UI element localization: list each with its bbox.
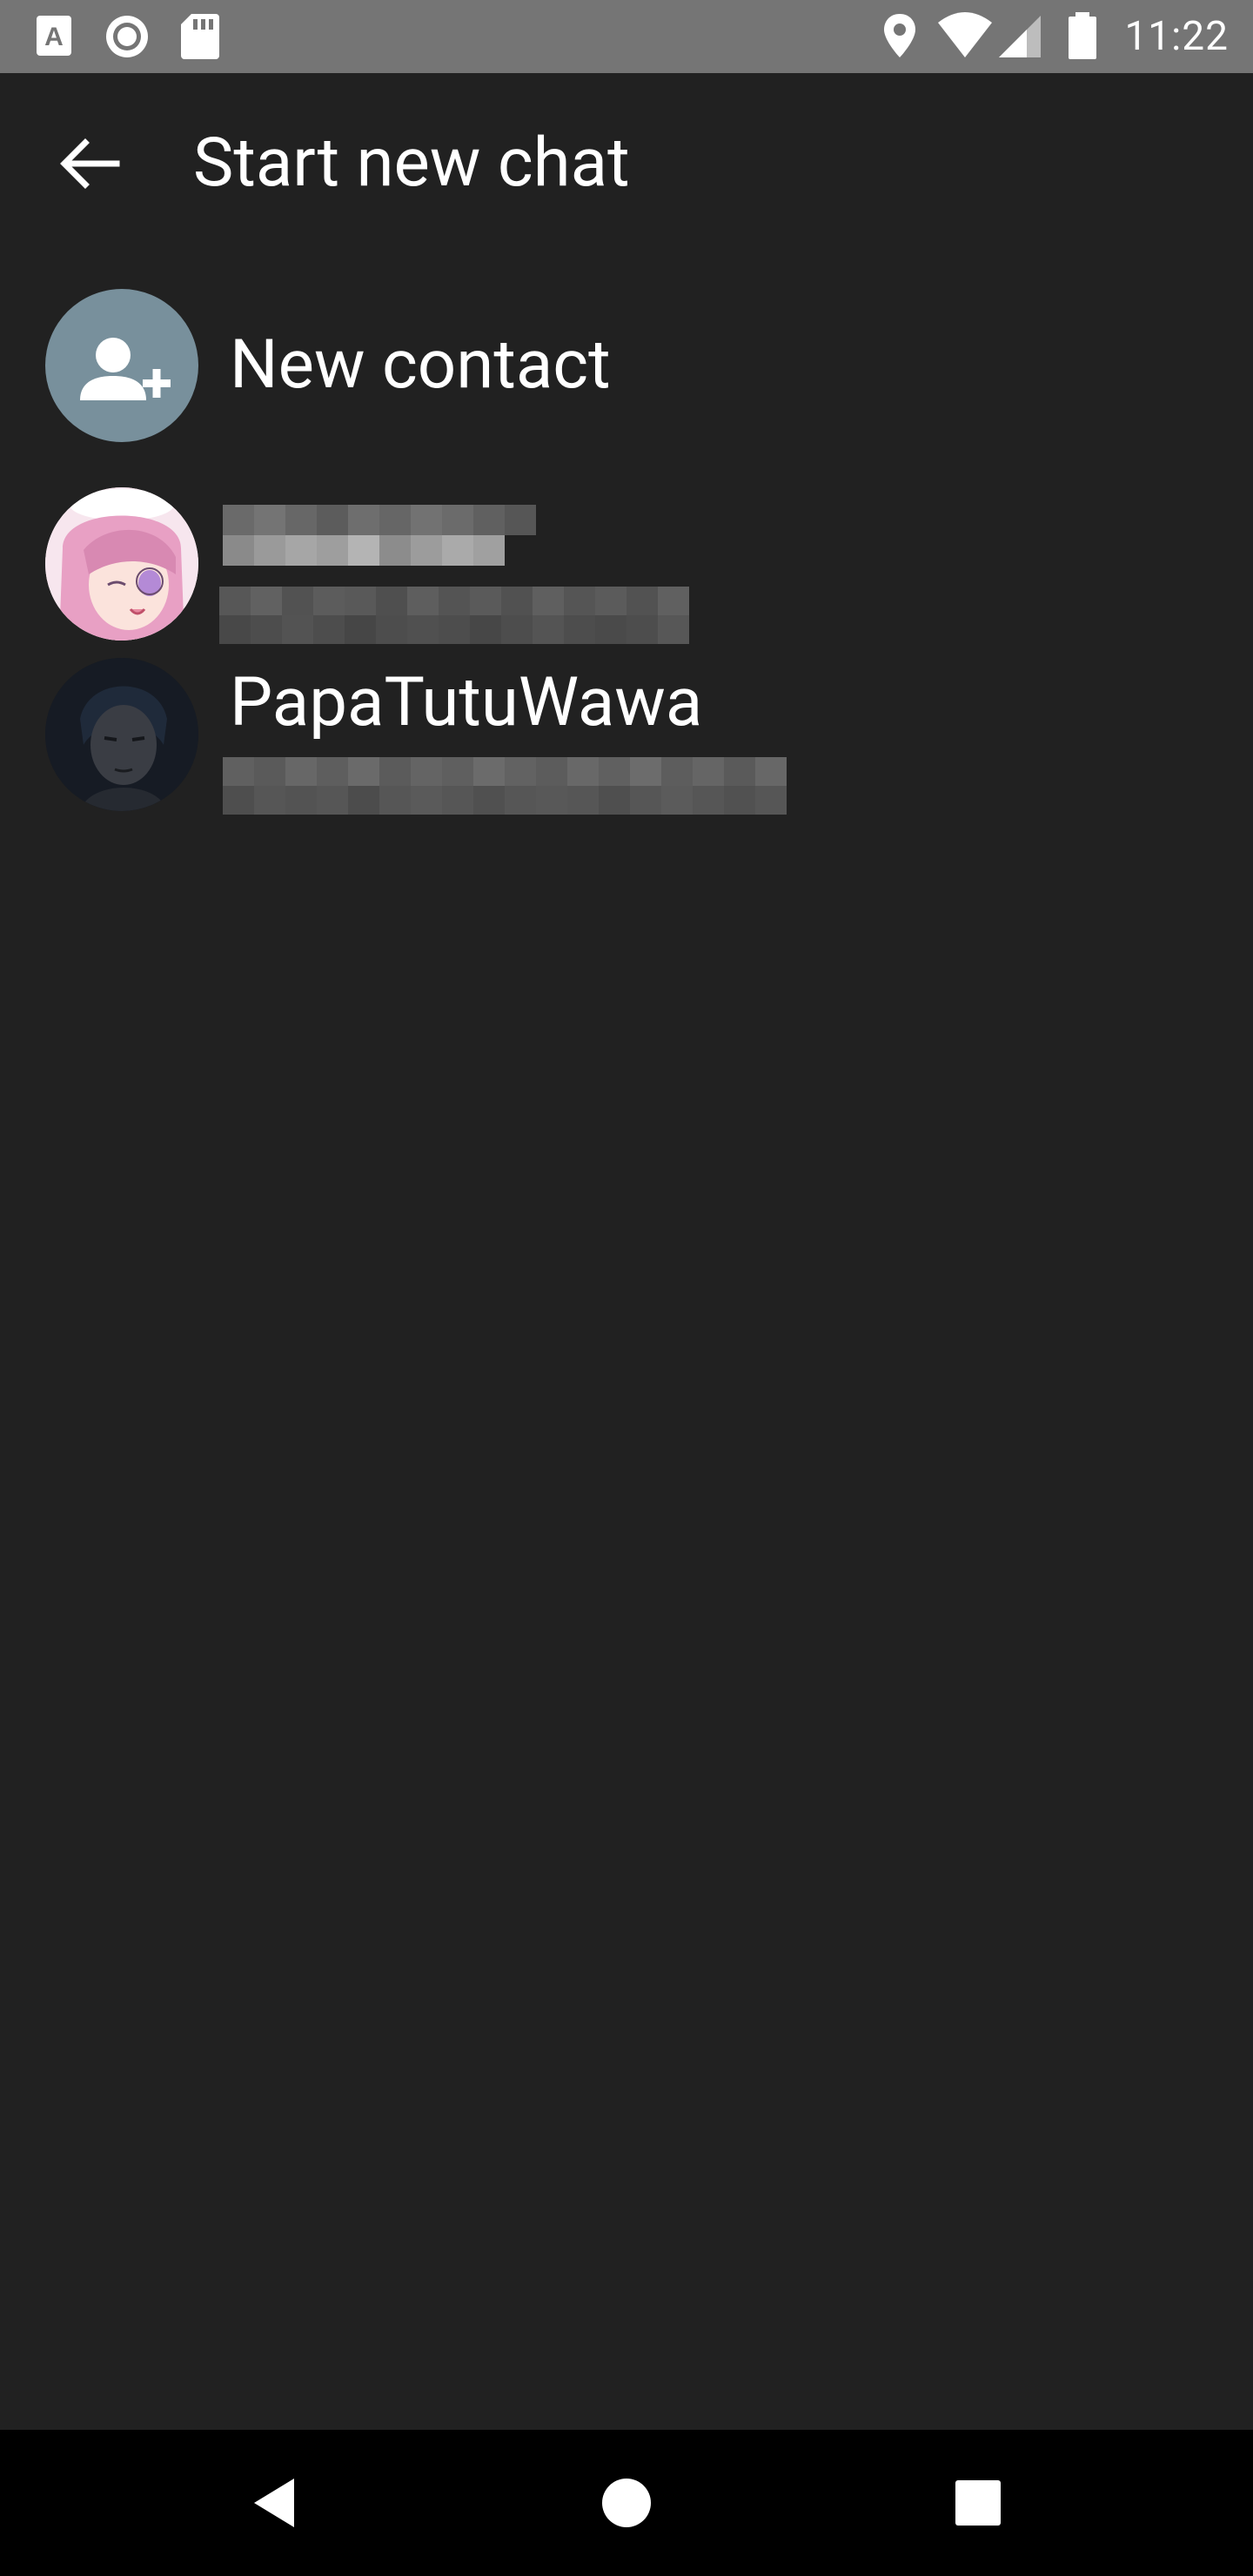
status-bar: A 11:22 bbox=[0, 0, 1253, 73]
recents-square-icon[interactable] bbox=[936, 2461, 1020, 2545]
new-contact-label: New contact bbox=[230, 325, 611, 405]
record-icon bbox=[106, 16, 148, 57]
status-time: 11:22 bbox=[1124, 13, 1229, 60]
arrow-back-icon[interactable] bbox=[47, 124, 131, 207]
sd-card-icon bbox=[181, 14, 219, 59]
contact-name: PapaTutuWawa bbox=[230, 663, 703, 742]
contact-item[interactable]: PapaTutuWawa bbox=[0, 651, 1253, 825]
wifi-icon bbox=[938, 12, 992, 57]
battery-icon bbox=[1069, 12, 1096, 59]
home-circle-icon[interactable] bbox=[585, 2461, 668, 2545]
anime-avatar-icon bbox=[45, 487, 198, 641]
app-bar: Start new chat bbox=[0, 73, 1253, 247]
contact-item[interactable] bbox=[0, 479, 1253, 653]
new-contact-item[interactable]: New contact bbox=[0, 278, 1253, 453]
avatar bbox=[45, 487, 198, 641]
page-title: Start new chat bbox=[193, 124, 630, 203]
avatar bbox=[45, 658, 198, 811]
person-add-icon bbox=[80, 338, 171, 400]
svg-text:A: A bbox=[44, 23, 64, 51]
accessibility-a-icon: A bbox=[37, 16, 71, 56]
new-contact-avatar bbox=[45, 289, 198, 442]
contact-subtitle-redacted bbox=[223, 757, 787, 815]
dark-portrait-avatar-icon bbox=[45, 658, 198, 811]
contact-name-redacted bbox=[223, 505, 566, 566]
location-icon bbox=[884, 14, 915, 57]
signal-icon bbox=[999, 16, 1041, 57]
navigation-bar bbox=[0, 2430, 1253, 2576]
back-triangle-icon[interactable] bbox=[233, 2461, 317, 2545]
contact-subtitle-redacted bbox=[219, 587, 689, 644]
